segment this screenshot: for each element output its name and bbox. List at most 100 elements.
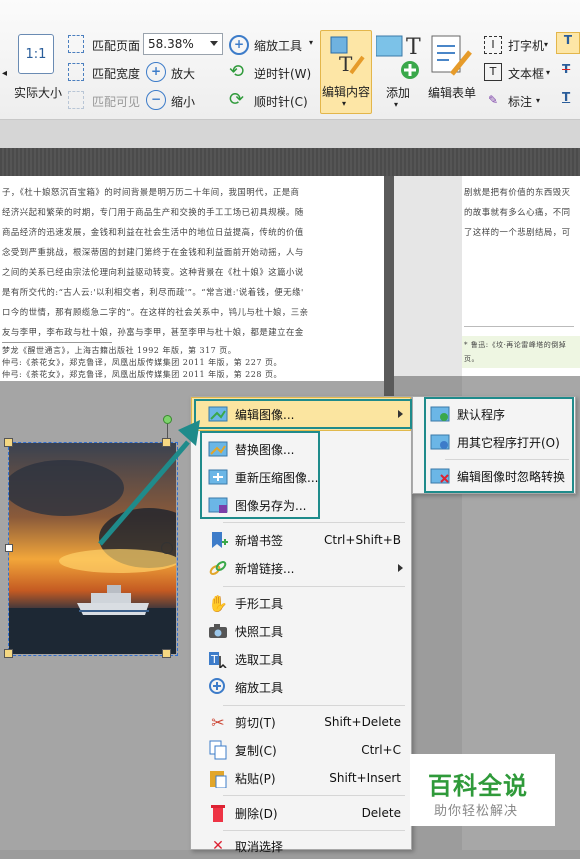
submenu-arrow-icon: [398, 564, 403, 572]
doc-line: 是有所交代的:“古人云:'以利相交者，利尽而疏'”。“常言道:'说着钱，便无缘': [2, 287, 304, 297]
actual-size-icon[interactable]: 1:1: [18, 34, 54, 74]
document-page-left: 子，《杜十娘怒沉百宝箱》的时间背景是明万历二十年间，我国明代，正是商 经济兴起和…: [0, 176, 318, 381]
menu-item-hand-tool[interactable]: ✋ 手形工具: [191, 590, 411, 616]
fit-page-label[interactable]: 匹配页面: [92, 37, 140, 54]
textbox-label[interactable]: 文本框: [508, 65, 544, 82]
doc-line: 友与李甲，李布政与杜十娘，孙富与李甲，甚至李甲与杜十娘，都是建立在金: [2, 327, 304, 337]
menu-item-label: 手形工具: [235, 596, 284, 611]
highlight-image-actions: [200, 431, 320, 519]
menu-item-paste[interactable]: 粘贴(P) Shift+Insert: [191, 765, 411, 791]
zoom-in-label[interactable]: 放大: [171, 65, 195, 82]
edit-content-button[interactable]: T 编辑内容 ▾: [320, 30, 372, 114]
menu-item-add-link[interactable]: 新增链接...: [191, 555, 411, 581]
textbox-icon[interactable]: T: [484, 63, 502, 81]
textbox-dropdown-icon[interactable]: ▾: [546, 68, 550, 77]
menu-item-snapshot-tool[interactable]: 快照工具: [191, 618, 411, 644]
fit-visible-icon: [68, 91, 84, 109]
menu-item-label: 剪切(T): [235, 715, 276, 730]
fit-page-icon[interactable]: [68, 35, 84, 53]
underline-icon[interactable]: T: [562, 90, 570, 104]
menu-item-copy[interactable]: 复制(C) Ctrl+C: [191, 737, 411, 763]
zoom-tool-icon[interactable]: +: [229, 35, 249, 55]
menu-item-zoom-tool[interactable]: 缩放工具: [191, 674, 411, 700]
zoom-out-icon[interactable]: −: [146, 90, 166, 110]
fit-width-label[interactable]: 匹配宽度: [92, 65, 140, 82]
link-icon: [207, 558, 229, 578]
typewriter-icon[interactable]: I: [484, 36, 502, 54]
menu-item-select-tool[interactable]: T 选取工具: [191, 646, 411, 672]
typewriter-label[interactable]: 打字机: [508, 37, 544, 54]
highlight-edit-image: [194, 399, 412, 429]
edit-content-icon: T: [330, 36, 365, 76]
footnote-divider: [464, 326, 574, 327]
menu-item-label: 缩放工具: [235, 680, 284, 695]
rotate-cw-icon[interactable]: ⟳: [229, 90, 244, 110]
pointer-arrow-icon: [98, 420, 200, 546]
menu-separator: [223, 795, 405, 796]
add-content-icon[interactable]: T: [376, 32, 424, 80]
edit-form-label[interactable]: 编辑表单: [426, 84, 478, 101]
menu-item-deselect[interactable]: ✕ 取消选择: [191, 833, 411, 859]
menu-separator: [223, 522, 405, 523]
doc-line: 商品经济的迅速发展，金钱和利益在社会生活中的地位日益提高，传统的价值: [2, 227, 304, 237]
doc-line: ロ今的世情，那有顾缆急二字的”。在这样的社会关系中，鸨儿与杜十娘，三亲: [2, 307, 309, 317]
document-page-left-margin: [318, 176, 384, 381]
menu-separator: [223, 830, 405, 831]
menu-item-add-bookmark[interactable]: 新增书签 Ctrl+Shift+B: [191, 527, 411, 553]
text-highlight-icon[interactable]: T: [556, 32, 580, 54]
annotate-dropdown-icon[interactable]: ▾: [536, 96, 540, 105]
ribbon-bottom-area: [0, 120, 580, 148]
resize-handle-bottom-left[interactable]: [4, 649, 13, 658]
rotate-ccw-icon[interactable]: ⟲: [229, 62, 244, 82]
footnote: 仲弓:《茶花女》，郑克鲁译，凤凰出版传媒集团 2011 年版，第 227 页。: [2, 358, 282, 367]
annotate-label[interactable]: 标注: [508, 93, 532, 110]
zoom-tool-label[interactable]: 缩放工具: [254, 37, 302, 54]
menu-item-label: 粘贴(P): [235, 771, 276, 786]
resize-handle-left[interactable]: [5, 544, 13, 552]
resize-handle-bottom-right[interactable]: [162, 649, 171, 658]
rotate-ccw-label[interactable]: 逆时针(W): [254, 65, 311, 82]
menu-item-delete[interactable]: 删除(D) Delete: [191, 800, 411, 826]
strikethrough-icon[interactable]: T: [562, 62, 570, 76]
hand-icon: ✋: [208, 593, 228, 613]
edit-content-dropdown-icon: ▾: [342, 99, 347, 108]
typewriter-dropdown-icon[interactable]: ▾: [544, 40, 548, 49]
menu-item-cut[interactable]: ✂ 剪切(T) Shift+Delete: [191, 709, 411, 735]
menu-item-shortcut: Ctrl+C: [361, 743, 401, 757]
watermark-logo: 百科全说 助你轻松解决: [410, 754, 555, 826]
zoom-value: 58.38%: [148, 37, 194, 51]
menu-item-label: 选取工具: [235, 652, 284, 667]
doc-line: 经济兴起和繁荣的时期，专门用于商品生产和交换的手工工场已初具规模。随: [2, 207, 304, 217]
menu-separator: [223, 705, 405, 706]
annotate-icon[interactable]: ✎: [484, 91, 502, 109]
doc-line: 的故事就有多么心痛，不同: [464, 207, 571, 217]
rotate-cw-label[interactable]: 顺时针(C): [254, 93, 308, 110]
footnote: 页。: [464, 355, 479, 363]
zoom-in-icon[interactable]: +: [146, 62, 166, 82]
chevron-down-icon[interactable]: [210, 41, 218, 46]
document-tab-strip: [0, 148, 580, 176]
menu-item-shortcut: Delete: [361, 806, 401, 820]
add-label[interactable]: 添加: [380, 84, 416, 101]
menu-item-shortcut: Shift+Insert: [329, 771, 401, 785]
zoom-tool-dropdown-icon[interactable]: ▾: [309, 38, 313, 47]
ribbon-toolbar: ◂ 1:1 实际大小 匹配页面 匹配宽度 匹配可见 58.38% + 缩放工具 …: [0, 0, 580, 120]
watermark-title: 百科全说: [428, 772, 528, 800]
resize-handle-top-left[interactable]: [4, 438, 13, 447]
actual-size-label[interactable]: 实际大小: [10, 84, 66, 101]
zoom-percentage-select[interactable]: 58.38%: [143, 33, 223, 55]
edit-form-icon[interactable]: [430, 34, 474, 78]
footnote: * 鲁迅:《坟·再论雷峰塔的倒掉: [464, 341, 567, 349]
watermark-subtitle: 助你轻松解决: [434, 804, 519, 819]
doc-line: 之间的关系已经由宗法伦理向利益驱动转变。这种背景在《杜十娘》这篇小说: [2, 267, 304, 277]
ribbon-scroll-left[interactable]: ◂: [2, 68, 7, 79]
add-dropdown-icon[interactable]: ▾: [394, 100, 398, 109]
document-page-right: 剧就是把有价值的东西毁灭 的故事就有多么心痛，不同 了这样的一个悲剧结局，可 *…: [462, 176, 580, 376]
zoom-out-label[interactable]: 缩小: [171, 93, 195, 110]
menu-item-label: 新增链接...: [235, 561, 295, 576]
menu-item-label: 新增书签: [235, 533, 284, 548]
menu-item-label: 复制(C): [235, 743, 277, 758]
menu-item-label: 取消选择: [235, 839, 284, 854]
select-text-icon: T: [207, 649, 229, 669]
fit-width-icon[interactable]: [68, 63, 84, 81]
